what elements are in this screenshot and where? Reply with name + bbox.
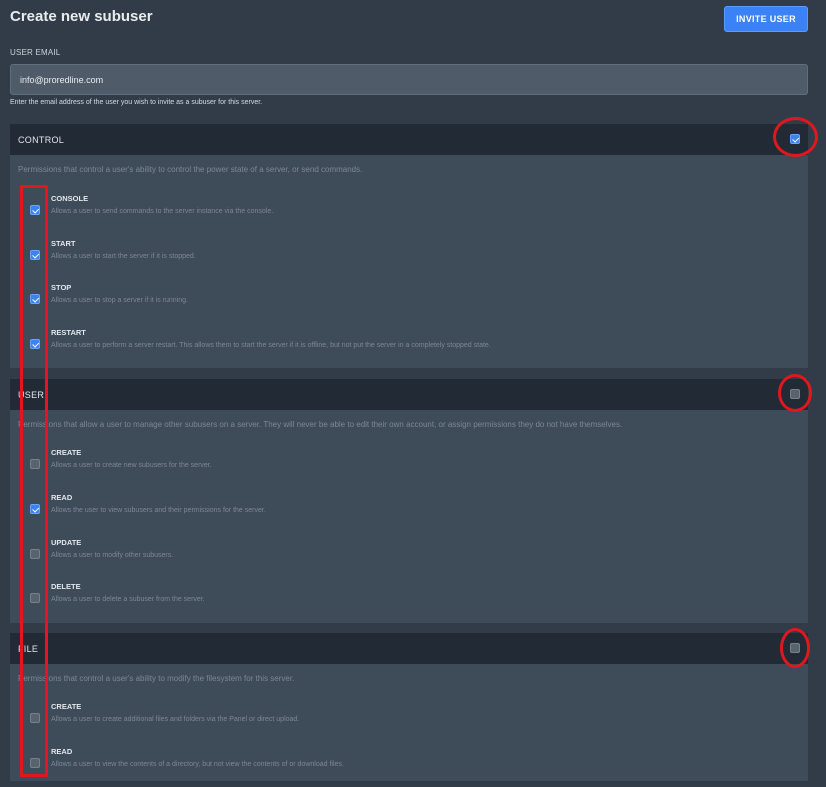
permission-name: CONSOLE bbox=[51, 194, 89, 203]
permission-row: DELETE Allows a user to delete a subuser… bbox=[10, 582, 808, 622]
permission-name: DELETE bbox=[51, 582, 81, 591]
permission-description: Allows a user to view the contents of a … bbox=[51, 761, 344, 768]
permission-description: Allows a user to create additional files… bbox=[51, 716, 300, 723]
panel-description: Permissions that control a user's abilit… bbox=[18, 165, 363, 174]
permission-row: CREATE Allows a user to create new subus… bbox=[10, 448, 808, 488]
permission-description: Allows a user to modify other subusers. bbox=[51, 552, 174, 559]
email-input[interactable] bbox=[10, 64, 808, 95]
annotation-rectangle bbox=[20, 185, 48, 777]
permission-row: STOP Allows a user to stop a server if i… bbox=[10, 283, 808, 323]
email-help-text: Enter the email address of the user you … bbox=[10, 99, 263, 106]
permission-panel-user: USER Permissions that allow a user to ma… bbox=[10, 379, 808, 623]
annotation-circle bbox=[773, 117, 818, 157]
permission-name: RESTART bbox=[51, 328, 86, 337]
invite-user-button[interactable]: INVITE USER bbox=[724, 6, 808, 32]
panel-description: Permissions that allow a user to manage … bbox=[18, 420, 623, 429]
permission-name: READ bbox=[51, 747, 73, 756]
permission-name: CREATE bbox=[51, 702, 82, 711]
panel-header: CONTROL bbox=[10, 124, 808, 155]
permission-description: Allows a user to send commands to the se… bbox=[51, 208, 274, 215]
annotation-circle bbox=[780, 628, 810, 668]
panel-title: CONTROL bbox=[18, 134, 65, 145]
permission-description: Allows a user to create new subusers for… bbox=[51, 462, 212, 469]
permission-row: CONSOLE Allows a user to send commands t… bbox=[10, 194, 808, 234]
permission-description: Allows a user to stop a server if it is … bbox=[51, 297, 188, 304]
permission-description: Allows a user to start the server if it … bbox=[51, 253, 196, 260]
permission-description: Allows a user to delete a subuser from t… bbox=[51, 596, 205, 603]
permission-name: READ bbox=[51, 493, 73, 502]
email-label: USER EMAIL bbox=[10, 48, 61, 57]
permission-name: CREATE bbox=[51, 448, 82, 457]
permission-panel-control: CONTROL Permissions that control a user'… bbox=[10, 124, 808, 368]
permission-name: START bbox=[51, 239, 76, 248]
permission-description: Allows a user to perform a server restar… bbox=[51, 342, 491, 349]
permission-row: READ Allows the user to view subusers an… bbox=[10, 493, 808, 533]
permission-row: READ Allows a user to view the contents … bbox=[10, 747, 808, 787]
permission-name: STOP bbox=[51, 283, 72, 292]
panel-header: FILE bbox=[10, 633, 808, 664]
permission-panel-file: FILE Permissions that control a user's a… bbox=[10, 633, 808, 781]
permission-row: RESTART Allows a user to perform a serve… bbox=[10, 328, 808, 368]
page-title: Create new subuser bbox=[10, 8, 153, 25]
permission-row: CREATE Allows a user to create additiona… bbox=[10, 702, 808, 742]
panel-description: Permissions that control a user's abilit… bbox=[18, 674, 295, 683]
permission-name: UPDATE bbox=[51, 538, 82, 547]
permission-row: UPDATE Allows a user to modify other sub… bbox=[10, 538, 808, 578]
permission-description: Allows the user to view subusers and the… bbox=[51, 507, 266, 514]
permission-row: START Allows a user to start the server … bbox=[10, 239, 808, 279]
panel-header: USER bbox=[10, 379, 808, 410]
annotation-circle bbox=[778, 374, 812, 412]
